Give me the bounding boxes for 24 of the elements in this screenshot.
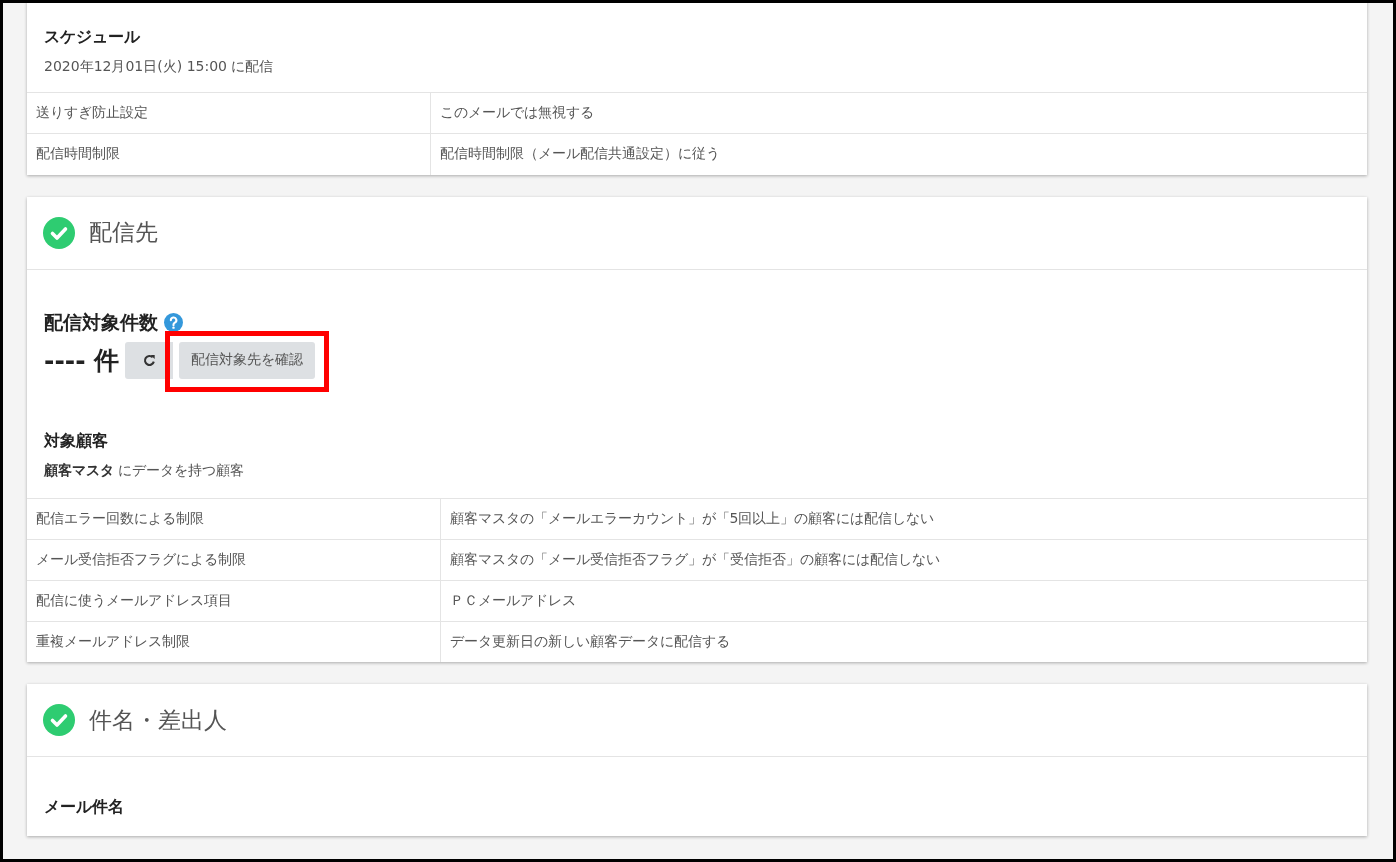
table-cell: 配信に使うメールアドレス項目 [27, 580, 440, 621]
table-cell: 重複メールアドレス制限 [27, 621, 440, 662]
table-cell: 顧客マスタの「メール受信拒否フラグ」が「受信拒否」の顧客には配信しない [440, 539, 1367, 580]
confirm-targets-button[interactable]: 配信対象先を確認 [179, 341, 316, 379]
help-icon[interactable] [164, 313, 183, 332]
table-cell: 送りすぎ防止設定 [27, 92, 430, 134]
table-cell: 配信時間制限 [27, 133, 430, 175]
table-cell: データ更新日の新しい顧客データに配信する [440, 621, 1367, 662]
refresh-icon [141, 352, 157, 368]
description-text: 2020年12月01日(火) 15:00 に配信 [44, 58, 275, 76]
section-title: スケジュール [44, 27, 141, 48]
description-text: 顧客マスタ にデータを持つ顧客 [44, 461, 246, 480]
table-cell: メール受信拒否フラグによる制限 [27, 539, 440, 580]
table-cell: ＰＣメールアドレス [440, 580, 1367, 621]
subsection-title: メール件名 [44, 797, 125, 818]
table-cell: 顧客マスタの「メールエラーカウント」が「5回以上」の顧客には配信しない [440, 498, 1367, 539]
table-cell: このメールでは無視する [430, 92, 1367, 134]
table-cell: 配信エラー回数による制限 [27, 498, 440, 539]
count-label: 配信対象件数 [44, 309, 158, 335]
count-value: ---- 件 [44, 344, 120, 377]
subsection-title: 対象顧客 [44, 430, 109, 452]
section-title: 配信先 [89, 218, 158, 247]
section-title: 件名・差出人 [89, 705, 227, 735]
table-cell: 配信時間制限（メール配信共通設定）に従う [430, 133, 1367, 175]
